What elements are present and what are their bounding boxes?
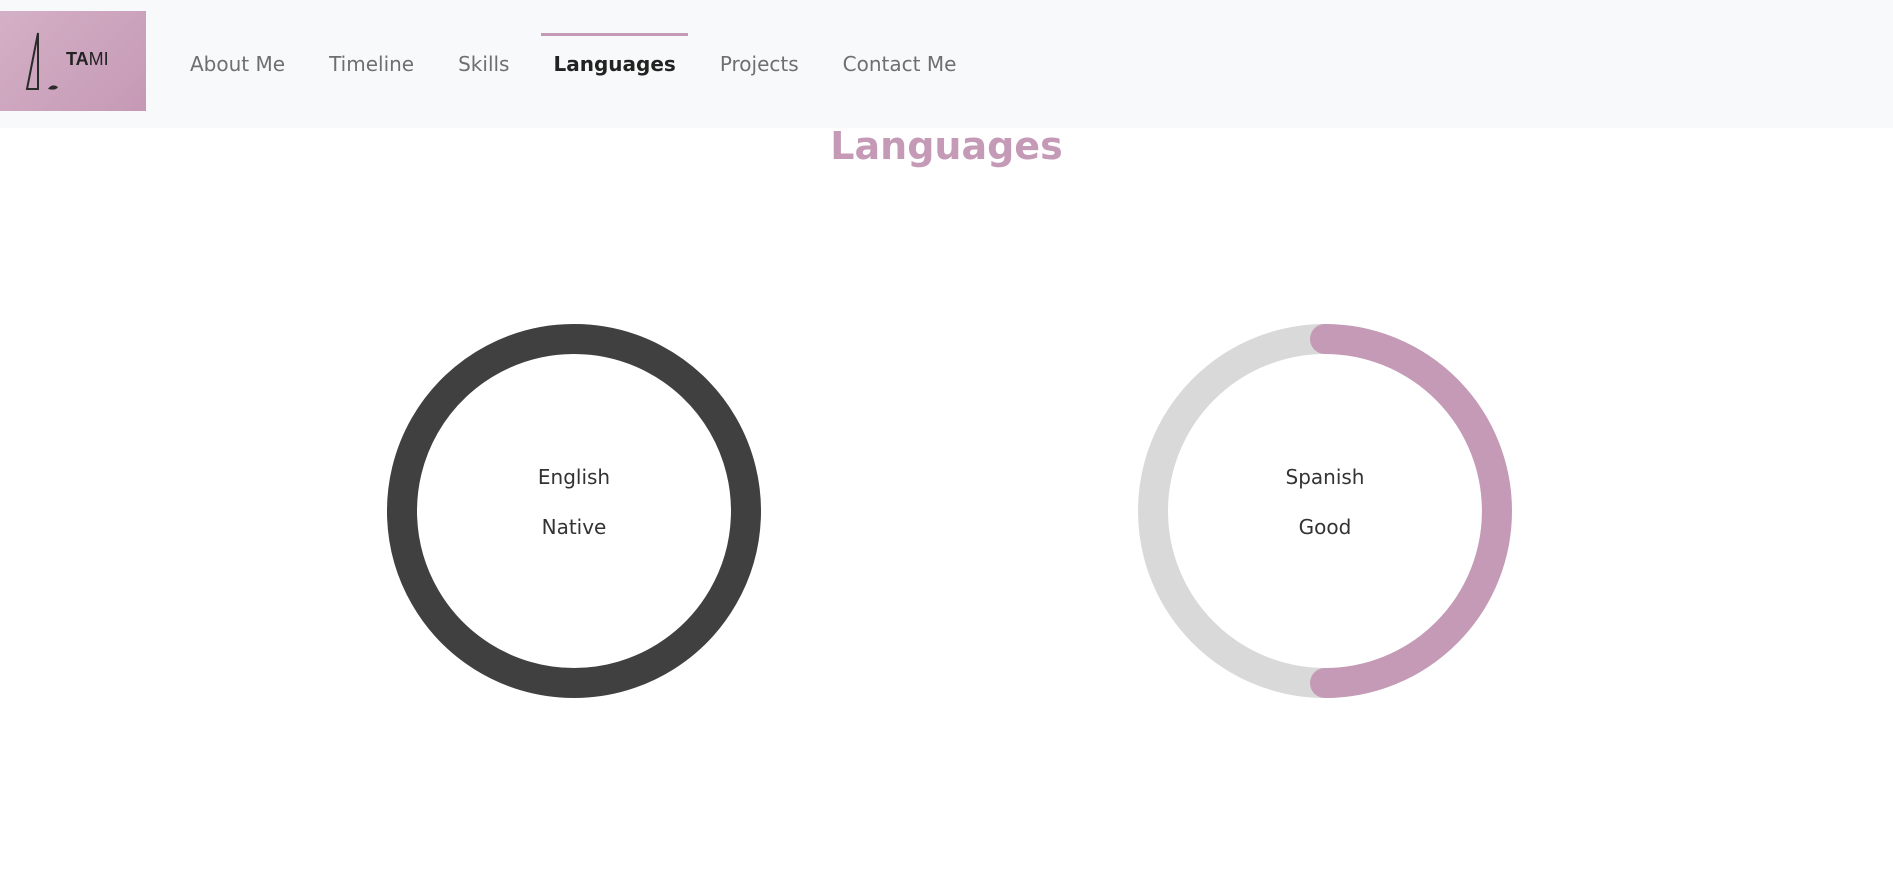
navbar: TAMI About Me Timeline Skills Languages …	[0, 0, 1893, 128]
language-card-english: English Native	[385, 322, 763, 700]
nav-contact-me[interactable]: Contact Me	[821, 0, 979, 128]
nav-skills[interactable]: Skills	[436, 0, 531, 128]
language-name: English	[537, 465, 611, 489]
progress-ring	[1138, 324, 1512, 698]
section-title: Languages	[830, 124, 1063, 168]
nav-timeline[interactable]: Timeline	[307, 0, 436, 128]
language-card-spanish: Spanish Good	[1136, 322, 1514, 700]
logo-text-light: MI	[89, 49, 109, 69]
logo-text-bold: TA	[66, 49, 89, 69]
language-level: Good	[1298, 515, 1352, 539]
nav-links: About Me Timeline Skills Languages Proje…	[168, 0, 978, 128]
nav-about-me[interactable]: About Me	[168, 0, 307, 128]
progress-ring	[387, 324, 761, 698]
progress-ring-fill	[1310, 324, 1512, 698]
language-name: Spanish	[1285, 465, 1365, 489]
progress-ring-fill	[387, 324, 761, 698]
logo-mark-icon: TAMI	[25, 32, 109, 90]
language-level: Native	[541, 515, 607, 539]
svg-text:TAMI: TAMI	[66, 49, 109, 69]
nav-languages[interactable]: Languages	[531, 0, 697, 128]
nav-projects[interactable]: Projects	[698, 0, 821, 128]
brand-logo[interactable]: TAMI	[0, 11, 146, 111]
